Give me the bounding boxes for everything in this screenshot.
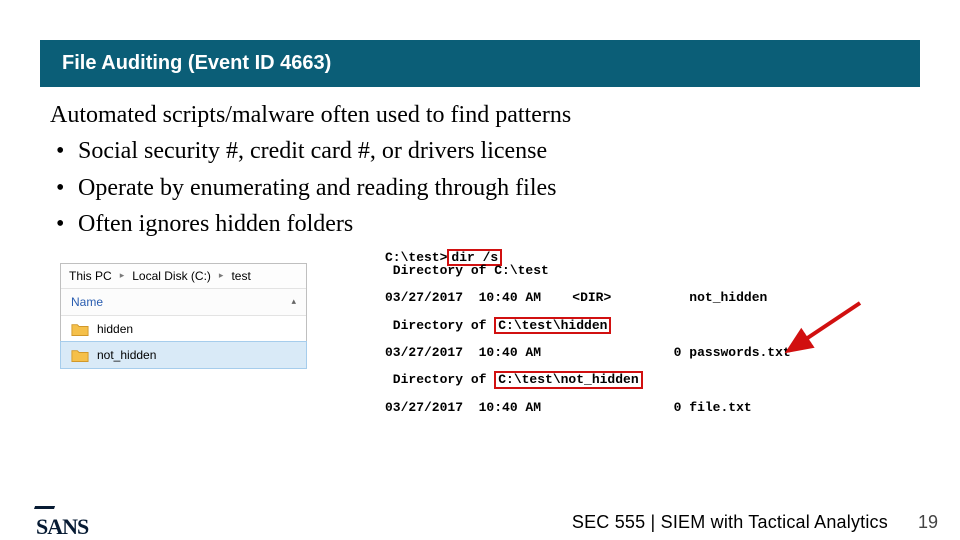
column-name: Name: [71, 295, 103, 309]
terminal-output: C:\test>dir /s Directory of C:\test 03/2…: [385, 251, 791, 415]
folder-icon: [71, 348, 89, 362]
bullet-item: Operate by enumerating and reading throu…: [50, 172, 910, 204]
explorer-window: This PC ▸ Local Disk (C:) ▸ test Name ▴ …: [60, 263, 307, 369]
sort-asc-icon: ▴: [291, 296, 296, 307]
arrow-annotation-icon: [770, 299, 870, 359]
list-item: not_hidden: [61, 342, 306, 368]
slide-title-bar: File Auditing (Event ID 4663): [40, 40, 920, 87]
term-date: 03/27/2017: [385, 345, 463, 360]
folder-name: hidden: [97, 322, 133, 336]
page-number: 19: [918, 512, 938, 533]
logo-accent-icon: [33, 506, 55, 512]
course-label: SEC 555 | SIEM with Tactical Analytics: [572, 512, 888, 533]
crumb-drive: Local Disk (C:): [132, 269, 211, 283]
slide-body: Automated scripts/malware often used to …: [50, 99, 910, 241]
chevron-right-icon: ▸: [120, 270, 125, 281]
breadcrumb: This PC ▸ Local Disk (C:) ▸ test: [61, 264, 306, 289]
highlighted-path: C:\test\hidden: [494, 317, 611, 335]
bullet-item: Social security #, credit card #, or dri…: [50, 135, 910, 167]
term-dir-label: Directory of: [385, 318, 494, 333]
term-time: 10:40 AM: [479, 290, 541, 305]
term-line: Directory of C:\test: [385, 263, 549, 278]
term-item: not_hidden: [689, 290, 767, 305]
term-date: 03/27/2017: [385, 290, 463, 305]
chevron-right-icon: ▸: [219, 270, 224, 281]
graphics-area: This PC ▸ Local Disk (C:) ▸ test Name ▴ …: [50, 255, 910, 465]
term-size: 0: [674, 345, 682, 360]
crumb-root: This PC: [69, 269, 112, 283]
bullet-item: Often ignores hidden folders: [50, 208, 910, 240]
term-time: 10:40 AM: [479, 345, 541, 360]
term-dir-label: Directory of: [385, 372, 494, 387]
crumb-folder: test: [231, 269, 250, 283]
folder-name: not_hidden: [97, 348, 156, 362]
term-date: 03/27/2017: [385, 400, 463, 415]
sans-logo: SANS: [36, 504, 88, 540]
bullet-list: Social security #, credit card #, or dri…: [50, 135, 910, 240]
term-time: 10:40 AM: [479, 400, 541, 415]
lead-text: Automated scripts/malware often used to …: [50, 99, 910, 131]
org-name: SANS: [36, 514, 88, 539]
slide-title: File Auditing (Event ID 4663): [62, 52, 331, 74]
list-item: hidden: [61, 316, 306, 342]
folder-icon: [71, 322, 89, 336]
explorer-column-header: Name ▴: [61, 289, 306, 316]
highlighted-path: C:\test\not_hidden: [494, 371, 642, 389]
slide-footer: SANS SEC 555 | SIEM with Tactical Analyt…: [0, 504, 960, 540]
term-dir-mark: <DIR>: [572, 290, 611, 305]
term-file-line: 0 file.txt: [674, 400, 752, 415]
